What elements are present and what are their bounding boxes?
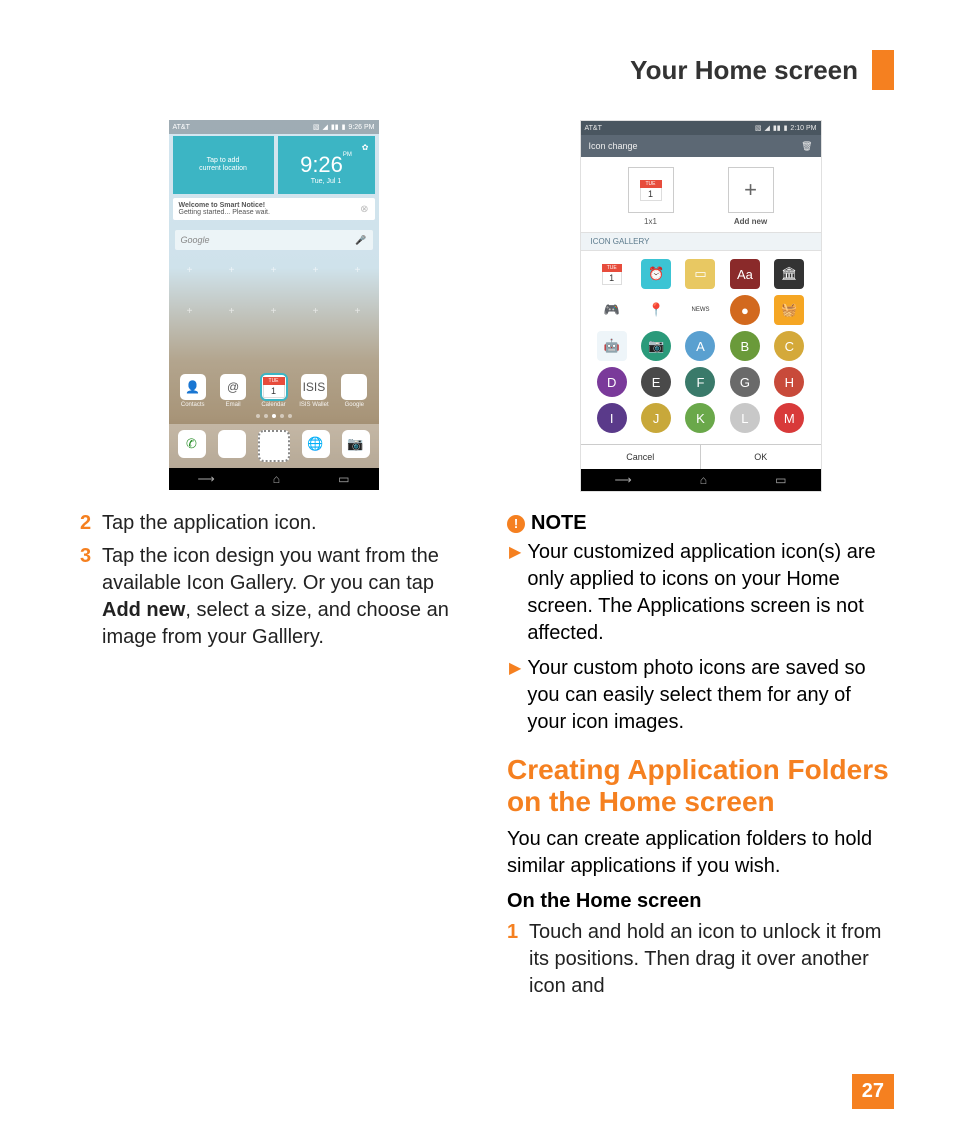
gallery-icon[interactable]: ⏰	[641, 259, 671, 289]
step-2: 2 Tap the application icon.	[80, 510, 467, 537]
dock-messaging[interactable]: ✉	[218, 430, 246, 458]
icon-gallery-grid: TUE1 ⏰ ▭ Aa 🏛 🎮 📍 NEWS ● 🧺 🤖 📷 ABC DEFGH IJKLM	[581, 251, 821, 444]
bullet-arrow-icon: ▶	[509, 542, 521, 647]
gear-icon[interactable]: ✿	[362, 143, 369, 152]
status-time: 2:10 PM	[790, 125, 816, 132]
google-search-bar[interactable]: Google 🎤	[175, 230, 373, 250]
app-email[interactable]: @ Email	[215, 374, 251, 408]
app-contacts[interactable]: 👤 Contacts	[175, 374, 211, 408]
ok-button[interactable]: OK	[701, 445, 821, 469]
gallery-icon[interactable]: H	[774, 367, 804, 397]
note-bullet-2: ▶ Your custom photo icons are saved so y…	[507, 655, 894, 736]
dock-phone[interactable]: ✆	[178, 430, 206, 458]
dock-camera[interactable]: 📷	[342, 430, 370, 458]
gallery-icon[interactable]: G	[730, 367, 760, 397]
app-row: 👤 Contacts @ Email TUE1 Calendar	[169, 374, 379, 408]
status-bar: AT&T ▧ ◢ ▮▮ ▮ 2:10 PM	[581, 121, 821, 135]
battery-icon: ▮	[784, 124, 788, 132]
page-number: 27	[852, 1074, 894, 1109]
gallery-icon[interactable]: ▭	[685, 259, 715, 289]
gallery-icon[interactable]: I	[597, 403, 627, 433]
app-google-folder[interactable]: Google	[336, 374, 372, 408]
close-icon[interactable]: ⊗	[360, 204, 368, 215]
dock-browser[interactable]: 🌐	[302, 430, 330, 458]
gallery-icon[interactable]: TUE1	[597, 259, 627, 289]
section-intro: You can create application folders to ho…	[507, 826, 894, 880]
title-bar: Icon change 🗑	[581, 135, 821, 157]
gallery-icon[interactable]: C	[774, 331, 804, 361]
home-icon[interactable]: ⌂	[700, 473, 707, 487]
back-icon[interactable]: ⟶	[198, 472, 215, 486]
section-heading: Creating Application Folders on the Home…	[507, 754, 894, 818]
note-heading: ! NOTE	[507, 512, 894, 535]
gallery-icon[interactable]: NEWS	[685, 295, 715, 325]
gallery-icon[interactable]: A	[685, 331, 715, 361]
status-time: 9:26 PM	[348, 124, 374, 131]
bullet-arrow-icon: ▶	[509, 658, 521, 736]
folder-step-1: 1 Touch and hold an icon to unlock it fr…	[507, 919, 894, 1000]
alert-icon: !	[507, 515, 525, 533]
app-calendar-selected[interactable]: TUE1 Calendar	[255, 374, 291, 408]
gallery-icon[interactable]: ●	[730, 295, 760, 325]
gallery-icon[interactable]: 🏛	[774, 259, 804, 289]
gallery-icon[interactable]: 🤖	[597, 331, 627, 361]
gallery-icon[interactable]: K	[685, 403, 715, 433]
gallery-icon[interactable]: F	[685, 367, 715, 397]
page-header-title: Your Home screen	[630, 55, 858, 86]
back-icon[interactable]: ⟶	[615, 473, 632, 487]
dock: ✆ ✉ 🌐 📷	[169, 424, 379, 468]
battery-icon: ▮	[342, 123, 346, 131]
screen-title: Icon change	[589, 141, 638, 151]
note-bullet-1: ▶ Your customized application icon(s) ar…	[507, 539, 894, 647]
icon-gallery-header: ICON GALLERY	[581, 232, 821, 251]
signal-icon: ▮▮	[773, 124, 781, 132]
weather-widget[interactable]: Tap to addcurrent location	[173, 136, 274, 194]
size-option-1x1[interactable]: TUE1 1x1	[628, 167, 674, 226]
header-accent-bar	[872, 50, 894, 90]
signal-icon: ▮▮	[331, 123, 339, 131]
recent-icon[interactable]: ▭	[338, 472, 349, 486]
subheading: On the Home screen	[507, 890, 894, 913]
step-3: 3 Tap the icon design you want from the …	[80, 543, 467, 651]
gallery-icon[interactable]: E	[641, 367, 671, 397]
wifi-icon: ◢	[322, 123, 327, 131]
wifi-icon: ◢	[764, 124, 769, 132]
gallery-icon[interactable]: L	[730, 403, 760, 433]
smart-notice-card[interactable]: Welcome to Smart Notice! Getting started…	[173, 198, 375, 220]
gallery-icon[interactable]: Aa	[730, 259, 760, 289]
home-screen-screenshot: AT&T ▧ ◢ ▮▮ ▮ 9:26 PM Tap to addcurrent …	[169, 120, 379, 490]
home-icon[interactable]: ⌂	[273, 472, 280, 486]
status-bar: AT&T ▧ ◢ ▮▮ ▮ 9:26 PM	[169, 120, 379, 134]
android-nav-bar: ⟶ ⌂ ▭	[169, 468, 379, 490]
trash-icon[interactable]: 🗑	[801, 141, 812, 152]
app-isis-wallet[interactable]: ISIS ISIS Wallet	[296, 374, 332, 408]
recent-icon[interactable]: ▭	[775, 473, 786, 487]
android-nav-bar: ⟶ ⌂ ▭	[581, 469, 821, 491]
nfc-icon: ▧	[313, 123, 320, 131]
gallery-icon[interactable]: 🎮	[597, 295, 627, 325]
icon-change-screenshot: AT&T ▧ ◢ ▮▮ ▮ 2:10 PM Icon change 🗑	[580, 120, 822, 492]
nfc-icon: ▧	[755, 124, 762, 132]
cancel-button[interactable]: Cancel	[581, 445, 702, 469]
clock-widget[interactable]: ✿ 9:26PM Tue, Jul 1	[278, 136, 375, 194]
gallery-icon[interactable]: 📷	[641, 331, 671, 361]
gallery-icon[interactable]: 🧺	[774, 295, 804, 325]
page-indicator	[169, 414, 379, 418]
add-new-option[interactable]: + Add new	[728, 167, 774, 226]
gallery-icon[interactable]: M	[774, 403, 804, 433]
grid-placeholders: +++++ +++++	[169, 250, 379, 374]
gallery-icon[interactable]: D	[597, 367, 627, 397]
carrier-label: AT&T	[585, 125, 602, 132]
gallery-icon[interactable]: B	[730, 331, 760, 361]
mic-icon[interactable]: 🎤	[355, 235, 366, 246]
gallery-icon[interactable]: J	[641, 403, 671, 433]
gallery-icon[interactable]: 📍	[641, 295, 671, 325]
plus-icon: +	[744, 177, 757, 203]
dock-apps-drawer[interactable]	[258, 430, 290, 462]
carrier-label: AT&T	[173, 124, 190, 131]
